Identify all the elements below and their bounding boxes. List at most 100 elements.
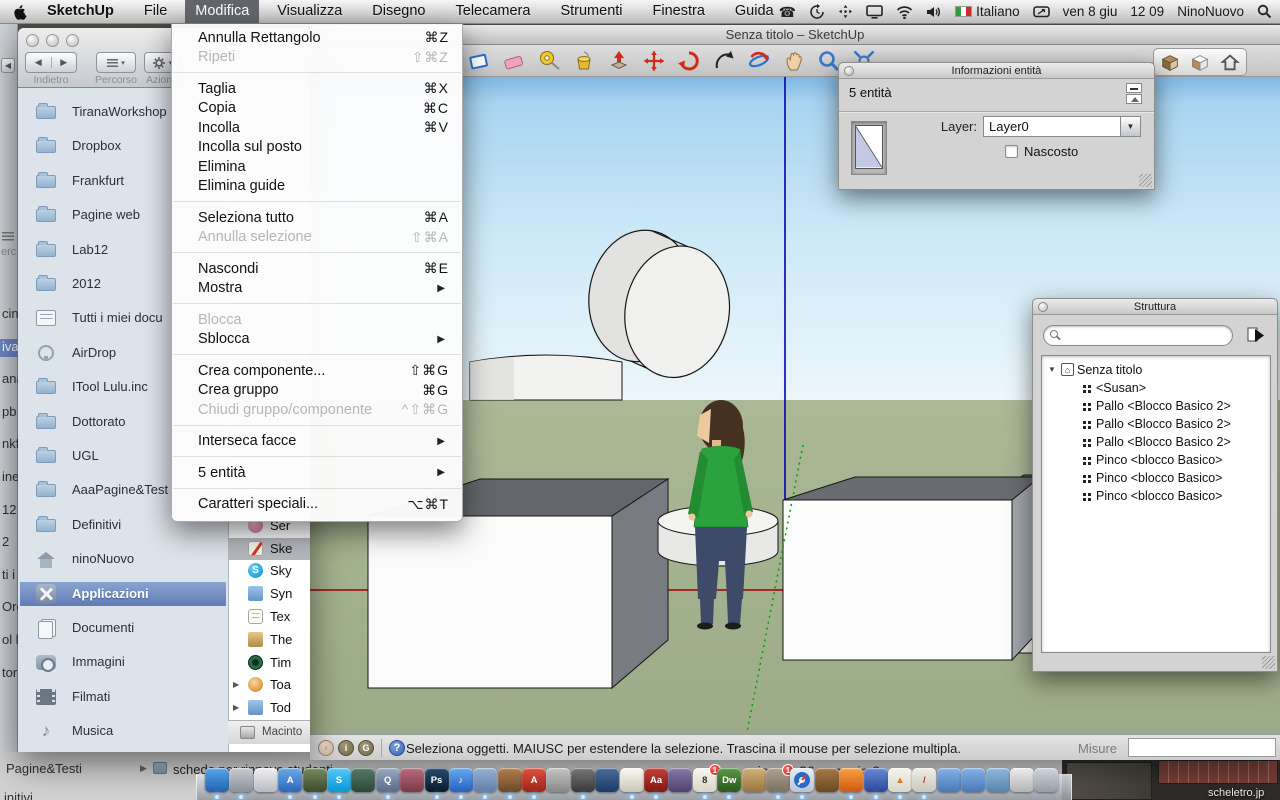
- dock-vlc[interactable]: ▲: [888, 768, 912, 792]
- view-options-button[interactable]: ▾: [96, 52, 136, 73]
- widget-icon[interactable]: [1033, 4, 1050, 19]
- desktop-file-label[interactable]: scheletro.jp: [1208, 787, 1264, 799]
- back-icon[interactable]: ◀: [26, 57, 52, 68]
- hidden-checkbox[interactable]: [1005, 145, 1018, 158]
- menu-item-elimina[interactable]: Elimina: [172, 157, 462, 177]
- dock-skype[interactable]: S: [327, 768, 351, 792]
- back-button[interactable]: ◀: [1, 58, 15, 73]
- panel-titlebar[interactable]: Struttura: [1033, 299, 1277, 315]
- dock-iphoto[interactable]: 1: [766, 768, 790, 792]
- cylinder-left[interactable]: [470, 355, 622, 400]
- eraser-icon[interactable]: [501, 48, 527, 74]
- dock-folder-docs[interactable]: [961, 768, 985, 792]
- outliner-item[interactable]: Pinco <blocco Basico>: [1042, 469, 1271, 487]
- menu-bar-user[interactable]: NinoNuovo: [1177, 4, 1244, 19]
- display-icon[interactable]: [866, 4, 883, 19]
- menu-item-taglia[interactable]: Taglia⌘X: [172, 79, 462, 99]
- menu-bar-clock[interactable]: 12 09: [1130, 4, 1164, 19]
- dock-dvd-player[interactable]: [351, 768, 375, 792]
- dock-finder[interactable]: [205, 768, 229, 792]
- menu-item-elimina-guide[interactable]: Elimina guide: [172, 177, 462, 197]
- disclosure-triangle-icon[interactable]: ▶: [233, 703, 239, 712]
- dock-itunes[interactable]: ♪: [449, 768, 473, 792]
- sidebar-item-musica[interactable]: Musica: [20, 719, 226, 743]
- menu-bar-date[interactable]: ven 8 giu: [1063, 4, 1118, 19]
- house-icon[interactable]: [1217, 49, 1243, 75]
- credits-badge-icon[interactable]: i: [338, 740, 354, 756]
- credits-badge-icon-2[interactable]: G: [358, 740, 374, 756]
- dock-documents[interactable]: [1010, 768, 1034, 792]
- menu-disegno[interactable]: Disegno: [370, 0, 427, 23]
- list-item-toa[interactable]: ▶Toa: [228, 674, 310, 696]
- menu-item-annulla-rettangolo[interactable]: Annulla Rettangolo⌘Z: [172, 28, 462, 48]
- menu-modifica[interactable]: Modifica: [185, 0, 259, 23]
- dock-ink-app[interactable]: [668, 768, 692, 792]
- sidebar-item-immagini[interactable]: Immagini: [20, 650, 226, 674]
- panel-titlebar[interactable]: Informazioni entità: [839, 63, 1154, 79]
- measurements-input[interactable]: [1128, 738, 1276, 757]
- menu-finestra[interactable]: Finestra: [651, 0, 707, 23]
- collapse-widget[interactable]: [1126, 83, 1142, 105]
- close-icon[interactable]: [26, 34, 39, 47]
- sidebar-item-ninonuovo[interactable]: ninoNuovo: [20, 547, 226, 571]
- outliner-root[interactable]: ▼⌂Senza titolo: [1042, 361, 1271, 379]
- box-right[interactable]: [783, 477, 1040, 660]
- dock-garageband[interactable]: [498, 768, 522, 792]
- menu-item-mostra[interactable]: Mostra▶: [172, 279, 462, 299]
- menu-file[interactable]: File: [142, 0, 169, 23]
- desktop-image-thumbnail[interactable]: [1066, 762, 1152, 800]
- menu-item-nascondi[interactable]: Nascondi⌘E: [172, 259, 462, 279]
- menu-item-copia[interactable]: Copia⌘C: [172, 99, 462, 119]
- menu-item-5-entit[interactable]: 5 entità▶: [172, 463, 462, 483]
- box-brown-icon[interactable]: [1157, 49, 1183, 75]
- dock-game[interactable]: [303, 768, 327, 792]
- box-white-icon[interactable]: [1187, 49, 1213, 75]
- desktop-image-scheletro[interactable]: [1158, 760, 1278, 784]
- geolocation-badge-icon[interactable]: ♀: [318, 740, 334, 756]
- dock-dreamweaver[interactable]: Dw: [717, 768, 741, 792]
- dock-safari[interactable]: [790, 768, 814, 792]
- list-item-tim[interactable]: Tim: [228, 652, 310, 674]
- apple-icon[interactable]: [14, 4, 27, 20]
- menu-item-crea-gruppo[interactable]: Crea gruppo⌘G: [172, 381, 462, 401]
- outliner-item[interactable]: <Susan>: [1042, 379, 1271, 397]
- menu-item-interseca-facce[interactable]: Interseca facce▶: [172, 432, 462, 452]
- close-icon[interactable]: [1038, 302, 1048, 312]
- outliner-item[interactable]: Pallo <Blocco Basico 2>: [1042, 415, 1271, 433]
- volume-icon[interactable]: [926, 5, 942, 19]
- orbit-icon[interactable]: [746, 48, 772, 74]
- chevron-down-icon[interactable]: ▼: [1120, 117, 1140, 136]
- disclosure-triangle-icon[interactable]: ▶: [233, 680, 239, 689]
- menu-visualizza[interactable]: Visualizza: [275, 0, 344, 23]
- push-pull-icon[interactable]: [606, 48, 632, 74]
- outliner-item[interactable]: Pallo <Blocco Basico 2>: [1042, 433, 1271, 451]
- spotlight-icon[interactable]: [1257, 4, 1272, 19]
- outliner-item[interactable]: Pinco <blocco Basico>: [1042, 451, 1271, 469]
- outliner-item[interactable]: Pinco <blocco Basico>: [1042, 487, 1271, 505]
- sidebar-item-documenti[interactable]: Documenti: [20, 616, 226, 640]
- sidebar-item-applicazioni[interactable]: Applicazioni: [20, 582, 226, 606]
- filter-button[interactable]: [1245, 325, 1269, 347]
- dock-quicktime[interactable]: Q: [376, 768, 400, 792]
- menu-sketchup[interactable]: SketchUp: [45, 0, 116, 23]
- list-item-tod[interactable]: ▶Tod: [228, 697, 310, 719]
- dock-folder-apps[interactable]: [937, 768, 961, 792]
- screen-share-icon[interactable]: [838, 4, 853, 19]
- outliner-item[interactable]: Pallo <Blocco Basico 2>: [1042, 397, 1271, 415]
- menu-item-seleziona-tutto[interactable]: Seleziona tutto⌘A: [172, 208, 462, 228]
- menu-item-incolla[interactable]: Incolla⌘V: [172, 118, 462, 138]
- dock-system-preferences[interactable]: [229, 768, 253, 792]
- menu-telecamera[interactable]: Telecamera: [454, 0, 533, 23]
- dock-photos[interactable]: [254, 768, 278, 792]
- dock-acrobat[interactable]: A: [522, 768, 546, 792]
- menu-item-sblocca[interactable]: Sblocca▶: [172, 330, 462, 350]
- resize-grip[interactable]: [1262, 656, 1275, 669]
- paint-bucket-icon[interactable]: [571, 48, 597, 74]
- rotate-icon[interactable]: [676, 48, 702, 74]
- dock-trash[interactable]: [1034, 768, 1058, 792]
- dock-globe-app[interactable]: [595, 768, 619, 792]
- minimize-icon[interactable]: [46, 34, 59, 47]
- list-item-ske[interactable]: Ske: [228, 538, 310, 560]
- back-forward-buttons[interactable]: ◀▶: [25, 52, 77, 73]
- menu-item-crea-componente[interactable]: Crea componente...⇧⌘G: [172, 361, 462, 381]
